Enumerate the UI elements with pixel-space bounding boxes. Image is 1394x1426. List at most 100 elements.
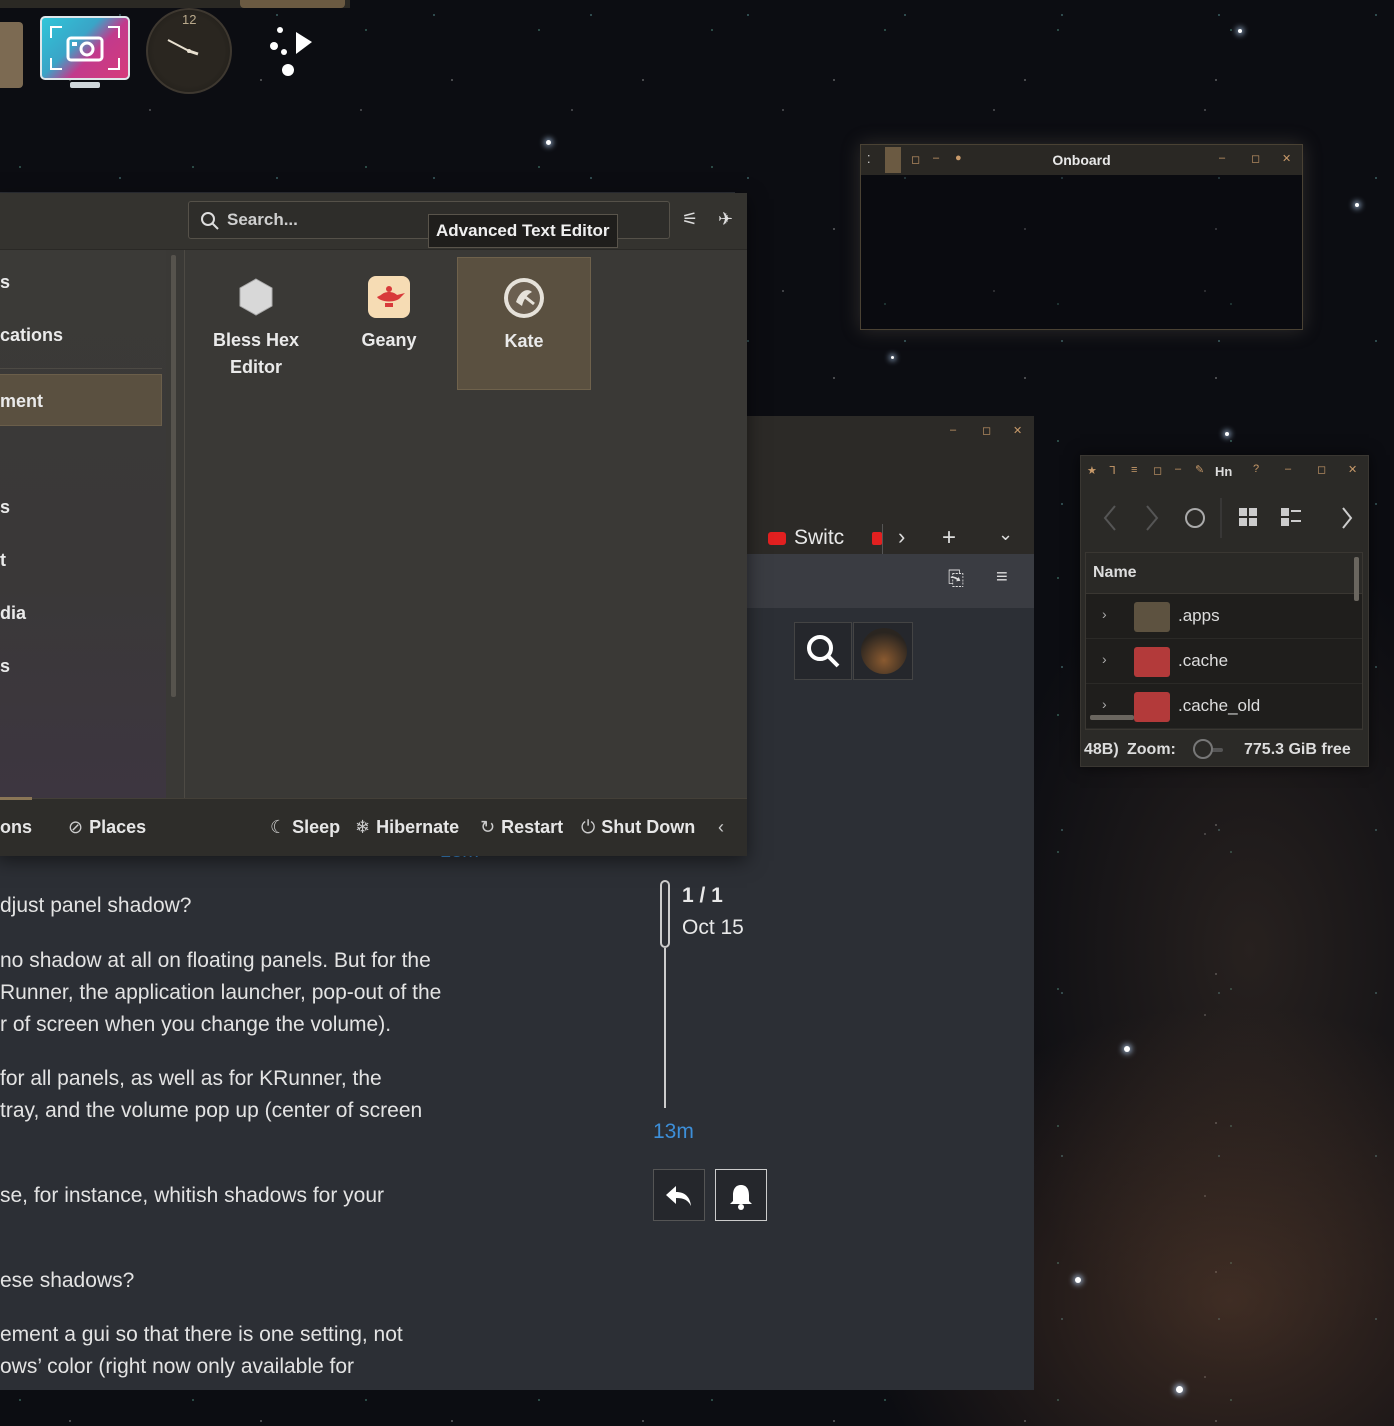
analog-clock-widget[interactable]: 12	[146, 8, 232, 94]
timeline-last-activity[interactable]: 13m	[653, 1120, 694, 1144]
fm-maximize-icon[interactable]: ◻	[1317, 463, 1326, 476]
fm-shade-icon[interactable]: –	[1175, 463, 1181, 475]
browser-content: Oct 15 1 / 1 Oct 15 13m	[653, 608, 1034, 1390]
fm-close-icon[interactable]: ✕	[1348, 463, 1357, 476]
configure-sliders-icon[interactable]: ⚟	[682, 209, 698, 230]
fm-name-column-header[interactable]: Name	[1086, 553, 1362, 594]
reply-button[interactable]	[653, 1169, 705, 1221]
shutdown-button[interactable]: ⏻ Shut Down	[581, 817, 695, 838]
browser-titlebar[interactable]: – ◻ ✕	[720, 416, 1034, 452]
screenshot-widget[interactable]	[40, 16, 130, 92]
tab-places[interactable]: ⊘ Places	[68, 817, 146, 838]
moon-icon: ☾	[270, 817, 287, 837]
hibernate-button[interactable]: ❄ Hibernate	[355, 817, 459, 838]
onboard-close-icon[interactable]: ✕	[1282, 152, 1291, 165]
fm-back-icon[interactable]	[1103, 505, 1116, 531]
fm-pin-icon[interactable]: ✎	[1195, 463, 1204, 476]
new-tab-icon[interactable]: +	[942, 524, 956, 552]
snowflake-icon: ❄	[355, 817, 371, 837]
category-item[interactable]: s	[0, 272, 10, 293]
fm-status-size: 48B)	[1084, 741, 1119, 758]
kde-dots-icon[interactable]	[266, 26, 320, 78]
pin-icon[interactable]: ✈	[718, 209, 733, 230]
fm-file-list[interactable]: Name › .apps › .cache › .cache_old	[1085, 552, 1363, 730]
fm-zoom-slider-handle[interactable]	[1193, 739, 1213, 759]
panel-widget-left[interactable]	[0, 22, 23, 88]
star	[1225, 432, 1229, 436]
launcher-footer: ons ⊘ Places ☾ Sleep ❄ Hibernate ↻ Restart ⏻…	[0, 797, 747, 856]
tab-scroll-right-icon[interactable]: ›	[898, 524, 905, 550]
fm-reload-icon[interactable]	[1185, 508, 1205, 528]
folder-icon	[1134, 602, 1170, 632]
search-icon	[201, 212, 219, 230]
expand-chevron-icon[interactable]: ›	[1102, 696, 1107, 712]
youtube-icon	[768, 532, 786, 545]
category-item[interactable]: s	[0, 497, 10, 518]
browser-maximize-icon[interactable]: ◻	[982, 424, 991, 437]
app-bless-hex-editor[interactable]: Bless Hex Editor	[189, 257, 323, 391]
app-kate[interactable]: Kate	[457, 257, 591, 390]
onboard-titlebar[interactable]: ⁚ ◻ – ● Onboard – ◻ ✕	[861, 145, 1302, 175]
fm-help-icon[interactable]: ?	[1253, 463, 1259, 475]
fm-titlebar[interactable]: ★ ᒣ ≡ ◻ – ✎ Hn ? – ◻ ✕	[1081, 456, 1368, 486]
list-item[interactable]: › .cache_old	[1086, 684, 1362, 729]
browser-tab-label[interactable]: Switc	[794, 526, 846, 550]
fm-star-icon[interactable]: ★	[1087, 464, 1097, 477]
sleep-label: Sleep	[292, 817, 341, 837]
category-item[interactable]: s	[0, 656, 10, 677]
fm-title: Hn	[1215, 464, 1233, 479]
browser-window[interactable]: – ◻ ✕ Switc › + ⌄ ⎘ ≡ Oct 15 1 / 1 Oct 1…	[653, 416, 1034, 1390]
hamburger-menu-icon[interactable]: ≡	[996, 566, 1008, 589]
list-item[interactable]: › .apps	[1086, 594, 1362, 639]
application-launcher[interactable]: ⚟ ✈ Advanced Text Editor s cations ment …	[0, 193, 747, 856]
hexagon-icon	[234, 275, 278, 319]
compass-icon: ⊘	[68, 817, 84, 837]
onboard-maximize-icon[interactable]: ◻	[1251, 152, 1260, 165]
extensions-icon[interactable]: ⎘	[948, 568, 964, 591]
geany-lamp-icon	[367, 275, 411, 319]
fm-minimize-icon[interactable]: –	[1285, 463, 1291, 475]
archive-folder-icon	[1134, 692, 1170, 722]
tab-applications[interactable]: ons	[0, 817, 32, 838]
post-line: Runner, the application launcher, pop-ou…	[0, 981, 442, 1004]
app-geany[interactable]: Geany	[322, 257, 456, 391]
monitor-stand	[70, 82, 100, 88]
expand-chevron-icon[interactable]: ›	[1102, 651, 1107, 667]
tab-list-chevron-down-icon[interactable]: ⌄	[998, 524, 1013, 545]
shutdown-label: Shut Down	[601, 817, 696, 837]
fm-keep-above-icon[interactable]: ᒣ	[1109, 464, 1116, 477]
user-avatar-button[interactable]	[853, 622, 913, 680]
fm-forward-icon[interactable]	[1146, 505, 1159, 531]
fm-restore-icon[interactable]: ◻	[1153, 464, 1162, 477]
site-search-button[interactable]	[794, 622, 852, 680]
list-item[interactable]: › .cache	[1086, 639, 1362, 684]
browser-close-icon[interactable]: ✕	[1013, 424, 1022, 437]
bell-icon	[730, 1185, 752, 1210]
fm-statusbar: 48B) Zoom: 775.3 GiB free	[1081, 736, 1368, 766]
category-item[interactable]: cations	[0, 325, 63, 346]
expand-chevron-icon[interactable]: ›	[1102, 606, 1107, 622]
avatar	[861, 628, 907, 674]
post-line: ement a gui so that there is one setting…	[0, 1323, 403, 1346]
notifications-button[interactable]	[715, 1169, 767, 1221]
category-item[interactable]: dia	[0, 603, 26, 624]
category-item[interactable]: t	[0, 550, 6, 571]
category-item-label[interactable]: ment	[0, 391, 43, 412]
onboard-minimize-icon[interactable]: –	[1219, 152, 1225, 164]
fm-vertical-scrollbar[interactable]	[1354, 557, 1359, 601]
restart-button[interactable]: ↻ Restart	[480, 817, 563, 838]
sleep-button[interactable]: ☾ Sleep	[270, 817, 340, 838]
sidebar-scrollbar[interactable]	[171, 255, 176, 697]
fm-menu-icon[interactable]: ≡	[1131, 464, 1137, 476]
browser-minimize-icon[interactable]: –	[950, 424, 956, 436]
star	[1075, 1277, 1081, 1283]
more-options-chevron-icon[interactable]: ‹	[718, 817, 724, 838]
post-line: tray, and the volume pop up (center of s…	[0, 1099, 423, 1122]
file-manager-window[interactable]: ★ ᒣ ≡ ◻ – ✎ Hn ? – ◻ ✕ Name › .apps › .c…	[1080, 455, 1369, 767]
onboard-window[interactable]: ⁚ ◻ – ● Onboard – ◻ ✕	[860, 144, 1303, 330]
app-label: Bless Hex Editor	[212, 330, 300, 377]
fm-more-icon[interactable]	[1342, 507, 1353, 529]
timeline-scroll-handle[interactable]	[660, 880, 670, 948]
fm-toolbar	[1081, 486, 1368, 548]
fm-horizontal-scrollbar[interactable]	[1090, 715, 1134, 720]
